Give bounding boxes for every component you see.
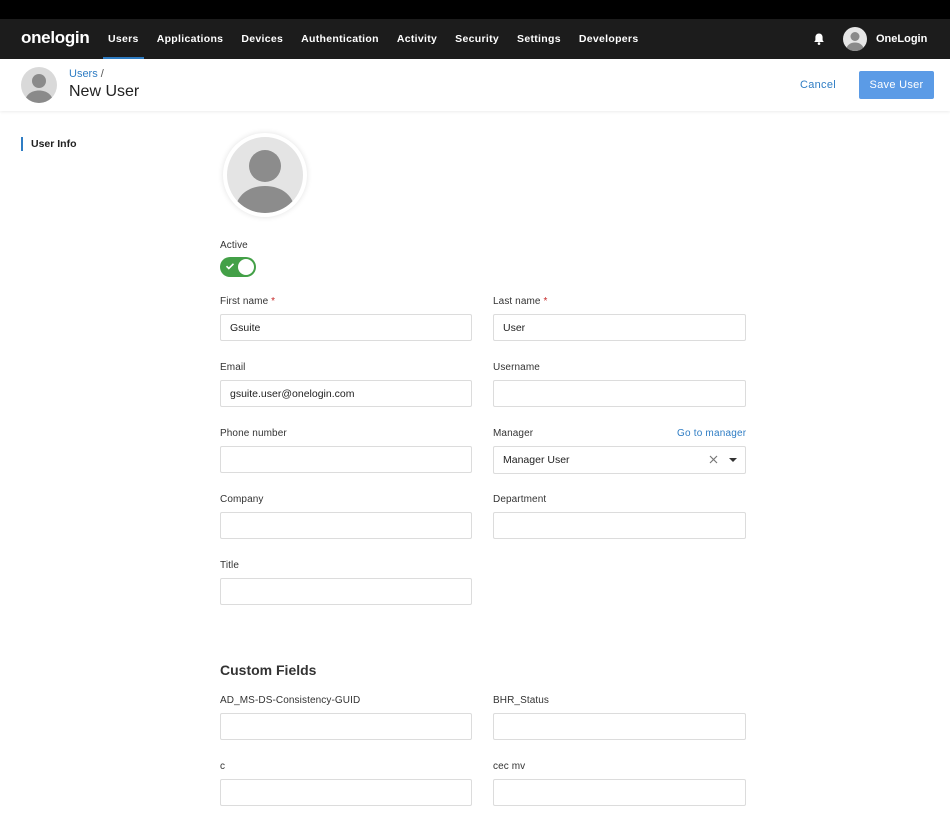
profile-photo[interactable] <box>223 133 307 217</box>
username-label: Username <box>493 362 540 373</box>
required-marker: * <box>543 296 548 307</box>
department-input[interactable] <box>493 512 746 539</box>
required-marker: * <box>271 296 276 307</box>
user-silhouette-icon <box>227 137 303 213</box>
toggle-knob <box>238 259 254 275</box>
cancel-button[interactable]: Cancel <box>790 73 846 97</box>
active-toggle[interactable] <box>220 257 256 277</box>
phone-number-label: Phone number <box>220 428 287 439</box>
custom-field-label: c <box>220 761 226 772</box>
nav-item-settings[interactable]: Settings <box>508 19 570 59</box>
last-name-label-text: Last name <box>493 296 541 307</box>
page-header: Users / New User Cancel Save User <box>0 59 950 111</box>
caret-down-icon[interactable] <box>729 458 737 462</box>
last-name-label: Last name * <box>493 296 548 307</box>
breadcrumb-separator: / <box>100 68 104 80</box>
last-name-input[interactable] <box>493 314 746 341</box>
account-name[interactable]: OneLogin <box>876 19 927 59</box>
company-label: Company <box>220 494 264 505</box>
nav-item-authentication[interactable]: Authentication <box>292 19 388 59</box>
nav-item-activity[interactable]: Activity <box>388 19 446 59</box>
phone-number-input[interactable] <box>220 446 472 473</box>
custom-field-label: cec mv <box>493 761 526 772</box>
active-label: Active <box>220 240 248 251</box>
user-avatar-icon[interactable] <box>843 27 867 51</box>
first-name-label: First name * <box>220 296 275 307</box>
breadcrumb: Users / <box>69 68 104 80</box>
title-input[interactable] <box>220 578 472 605</box>
first-name-input[interactable] <box>220 314 472 341</box>
username-input[interactable] <box>493 380 746 407</box>
custom-field-label: BHR_Status <box>493 695 550 706</box>
user-avatar-placeholder-icon <box>21 67 57 103</box>
onelogin-logo[interactable]: onelogin <box>21 28 90 48</box>
main-nav: Users Applications Devices Authenticatio… <box>99 19 647 59</box>
custom-field-label: AD_MS-DS-Consistency-GUID <box>220 695 361 706</box>
page-title: New User <box>69 83 140 100</box>
sidebar-item-user-info[interactable]: User Info <box>21 137 77 151</box>
manager-select[interactable]: Manager User <box>493 446 746 474</box>
custom-field-ad-guid-input[interactable] <box>220 713 472 740</box>
custom-field-bhr-status-input[interactable] <box>493 713 746 740</box>
first-name-label-text: First name <box>220 296 269 307</box>
manager-select-value: Manager User <box>503 454 570 466</box>
email-input[interactable] <box>220 380 472 407</box>
department-label: Department <box>493 494 547 505</box>
clear-icon[interactable] <box>708 454 719 465</box>
nav-item-devices[interactable]: Devices <box>232 19 292 59</box>
company-input[interactable] <box>220 512 472 539</box>
nav-item-security[interactable]: Security <box>446 19 508 59</box>
breadcrumb-users-link[interactable]: Users <box>69 68 98 80</box>
custom-field-c-input[interactable] <box>220 779 472 806</box>
bell-icon[interactable] <box>812 32 826 46</box>
window-top-strip <box>0 0 950 19</box>
manager-label: Manager <box>493 428 534 439</box>
nav-item-users[interactable]: Users <box>99 19 148 59</box>
email-label: Email <box>220 362 246 373</box>
custom-field-cec-mv-input[interactable] <box>493 779 746 806</box>
go-to-manager-link[interactable]: Go to manager <box>677 428 746 439</box>
custom-fields-heading: Custom Fields <box>220 662 317 678</box>
check-icon <box>225 263 235 270</box>
top-navigation-bar: onelogin Users Applications Devices Auth… <box>0 19 950 59</box>
save-user-button[interactable]: Save User <box>859 71 934 99</box>
title-label: Title <box>220 560 240 571</box>
nav-item-developers[interactable]: Developers <box>570 19 648 59</box>
nav-item-applications[interactable]: Applications <box>148 19 233 59</box>
